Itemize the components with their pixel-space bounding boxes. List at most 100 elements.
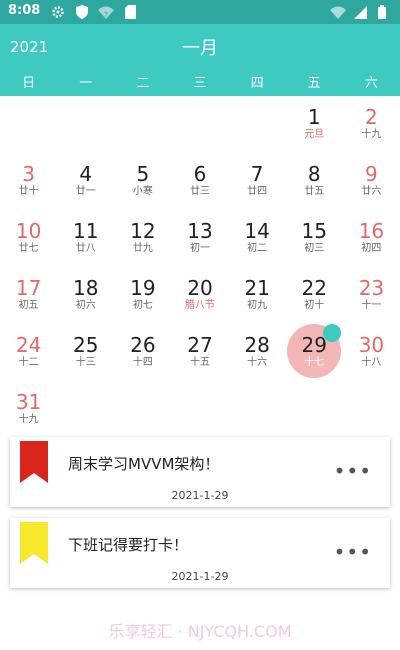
day-number: 22 bbox=[301, 276, 327, 300]
lunar-date: 十三 bbox=[75, 357, 96, 368]
day-cell[interactable]: 8 廿五 bbox=[286, 153, 343, 210]
day-number: 5 bbox=[136, 162, 150, 186]
lunar-date: 廿四 bbox=[247, 186, 268, 197]
day-number: 3 bbox=[22, 162, 35, 186]
lunar-date: 廿一 bbox=[75, 186, 96, 197]
day-cell bbox=[114, 381, 171, 438]
lunar-date: 初二 bbox=[247, 243, 268, 254]
weekday-label: 日 bbox=[22, 76, 36, 91]
weekday-label: 三 bbox=[193, 76, 207, 91]
event-title: 周末学习MVVM架构！ bbox=[68, 455, 220, 473]
lunar-date: 初六 bbox=[75, 300, 96, 311]
day-cell[interactable]: 11 廿八 bbox=[57, 210, 114, 267]
day-cell[interactable]: 15 初三 bbox=[286, 210, 343, 267]
yellow-flag-icon bbox=[20, 522, 48, 564]
day-cell bbox=[114, 96, 171, 153]
day-number: 14 bbox=[244, 219, 270, 243]
month-title[interactable]: 一月 bbox=[0, 34, 400, 60]
day-cell[interactable]: 16 初四 bbox=[343, 210, 400, 267]
sd-card-icon bbox=[122, 4, 138, 20]
lunar-date: 十五 bbox=[189, 357, 210, 368]
day-cell bbox=[57, 96, 114, 153]
day-cell[interactable]: 6 廿三 bbox=[171, 153, 228, 210]
event-title: 下班记得要打卡！ bbox=[68, 536, 189, 554]
day-cell[interactable]: 20 腊八节 bbox=[171, 267, 228, 324]
day-cell[interactable]: 1 元旦 bbox=[286, 96, 343, 153]
signal-icon bbox=[352, 4, 368, 20]
lunar-date: 十六 bbox=[247, 357, 268, 368]
weekday-row: 日 一 二 三 四 五 六 bbox=[0, 72, 400, 91]
weekday-label: 五 bbox=[307, 76, 321, 91]
day-cell[interactable]: 23 十一 bbox=[343, 267, 400, 324]
day-cell[interactable]: 9 廿六 bbox=[343, 153, 400, 210]
event-card[interactable]: 周末学习MVVM架构！ ••• 2021-1-29 bbox=[10, 437, 390, 507]
day-cell[interactable]: 18 初六 bbox=[57, 267, 114, 324]
event-date: 2021-1-29 bbox=[171, 489, 229, 502]
event-card[interactable]: 下班记得要打卡！ ••• 2021-1-29 bbox=[10, 518, 390, 588]
day-cell[interactable]: 22 初十 bbox=[286, 267, 343, 324]
day-cell[interactable]: 2 十九 bbox=[343, 96, 400, 153]
day-cell bbox=[229, 96, 286, 153]
day-number: 17 bbox=[15, 276, 42, 300]
day-number: 12 bbox=[130, 219, 156, 243]
day-cell[interactable]: 17 初五 bbox=[0, 267, 57, 324]
week-row: 1 元旦 2 十九 bbox=[0, 96, 400, 153]
lunar-date: 廿七 bbox=[18, 243, 39, 254]
week-row: 10 廿七 11 廿八 12 廿九 13 初一 14 初二 15 初三 16 初四 bbox=[0, 210, 400, 267]
day-cell[interactable]: 7 廿四 bbox=[229, 153, 286, 210]
day-number: 26 bbox=[130, 333, 156, 357]
day-number: 31 bbox=[15, 390, 42, 414]
day-cell[interactable]: 28 十六 bbox=[229, 324, 286, 381]
day-cell[interactable]: 19 初七 bbox=[114, 267, 171, 324]
lunar-date: 十八 bbox=[361, 357, 382, 368]
day-number: 16 bbox=[358, 219, 385, 243]
day-cell bbox=[286, 381, 343, 438]
weekday-label: 二 bbox=[136, 76, 150, 91]
day-cell[interactable]: 13 初一 bbox=[171, 210, 228, 267]
status-time: 8:08 bbox=[8, 3, 41, 18]
day-cell[interactable]: 5 小寒 bbox=[114, 153, 171, 210]
day-number: 24 bbox=[15, 333, 42, 357]
shield-icon bbox=[74, 4, 90, 20]
calendar-grid: 1 元旦 2 十九 3 廿十 4 廿一 5 小寒 6 廿三 7 廿四 8 廿五 9 廿六 10 廿七… bbox=[0, 96, 400, 438]
day-cell[interactable]: 24 十二 bbox=[0, 324, 57, 381]
day-number: 11 bbox=[72, 219, 99, 243]
day-number: 18 bbox=[72, 276, 99, 300]
day-cell[interactable]: 31 十九 bbox=[0, 381, 57, 438]
week-row: 3 廿十 4 廿一 5 小寒 6 廿三 7 廿四 8 廿五 9 廿六 bbox=[0, 153, 400, 210]
day-cell[interactable]: 21 初九 bbox=[229, 267, 286, 324]
day-number: 2 bbox=[365, 105, 378, 129]
lunar-date: 十七 bbox=[304, 357, 325, 368]
day-cell[interactable]: 14 初二 bbox=[229, 210, 286, 267]
week-row: 17 初五 18 初六 19 初七 20 腊八节 21 初九 22 初十 23 十一 bbox=[0, 267, 400, 324]
day-cell[interactable]: 26 十四 bbox=[114, 324, 171, 381]
status-bar: 8:08 ? bbox=[0, 0, 400, 24]
day-cell[interactable]: 30 十八 bbox=[343, 324, 400, 381]
more-options-button[interactable]: ••• bbox=[334, 459, 372, 483]
day-number: 23 bbox=[358, 276, 385, 300]
day-cell[interactable]: 12 廿九 bbox=[114, 210, 171, 267]
wifi-icon bbox=[330, 4, 346, 20]
lunar-date: 初九 bbox=[247, 300, 268, 311]
calendar-header: 2021 一月 日 一 二 三 四 五 六 bbox=[0, 24, 400, 96]
day-cell[interactable]: 27 十五 bbox=[171, 324, 228, 381]
day-cell-selected[interactable]: 29 十七 bbox=[286, 324, 343, 381]
day-cell[interactable]: 3 廿十 bbox=[0, 153, 57, 210]
day-cell[interactable]: 25 十三 bbox=[57, 324, 114, 381]
day-cell[interactable]: 4 廿一 bbox=[57, 153, 114, 210]
battery-icon bbox=[374, 4, 390, 20]
day-number: 4 bbox=[79, 162, 93, 186]
day-cell[interactable]: 10 廿七 bbox=[0, 210, 57, 267]
more-options-button[interactable]: ••• bbox=[334, 540, 372, 564]
day-number: 19 bbox=[130, 276, 156, 300]
svg-text:?: ? bbox=[104, 11, 108, 19]
day-number: 29 bbox=[301, 333, 327, 357]
day-number: 9 bbox=[365, 162, 378, 186]
day-cell bbox=[0, 96, 57, 153]
day-number: 8 bbox=[307, 162, 321, 186]
day-number: 7 bbox=[250, 162, 264, 186]
week-row: 24 十二 25 十三 26 十四 27 十五 28 十六 29 十七 30 十八 bbox=[0, 324, 400, 381]
day-number: 15 bbox=[301, 219, 327, 243]
day-cell bbox=[229, 381, 286, 438]
day-number: 28 bbox=[244, 333, 270, 357]
